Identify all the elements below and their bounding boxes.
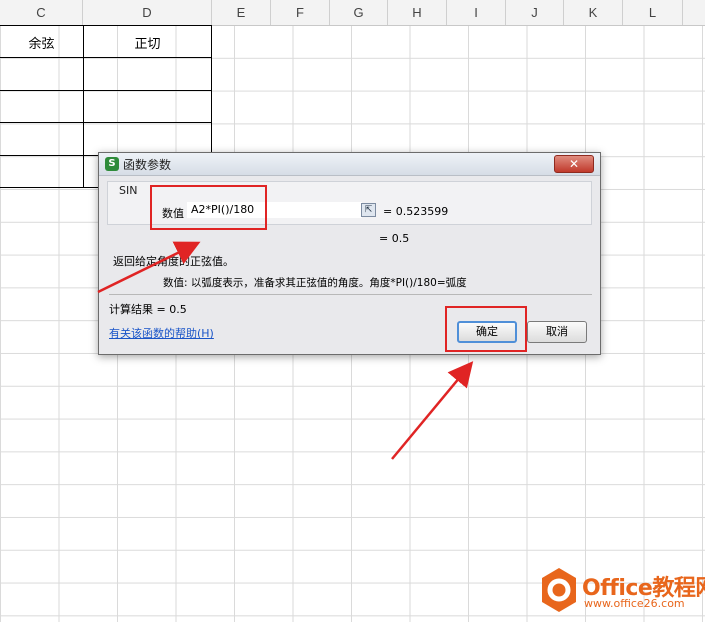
watermark-url: www.office26.com	[584, 597, 685, 610]
arrow-to-ok-icon	[391, 361, 474, 460]
annotation-arrows	[97, 241, 474, 460]
office26-watermark: Office教程网 www.office26.com	[540, 566, 705, 616]
arrow-to-argument-icon	[97, 241, 201, 294]
office-logo-icon	[542, 568, 576, 612]
